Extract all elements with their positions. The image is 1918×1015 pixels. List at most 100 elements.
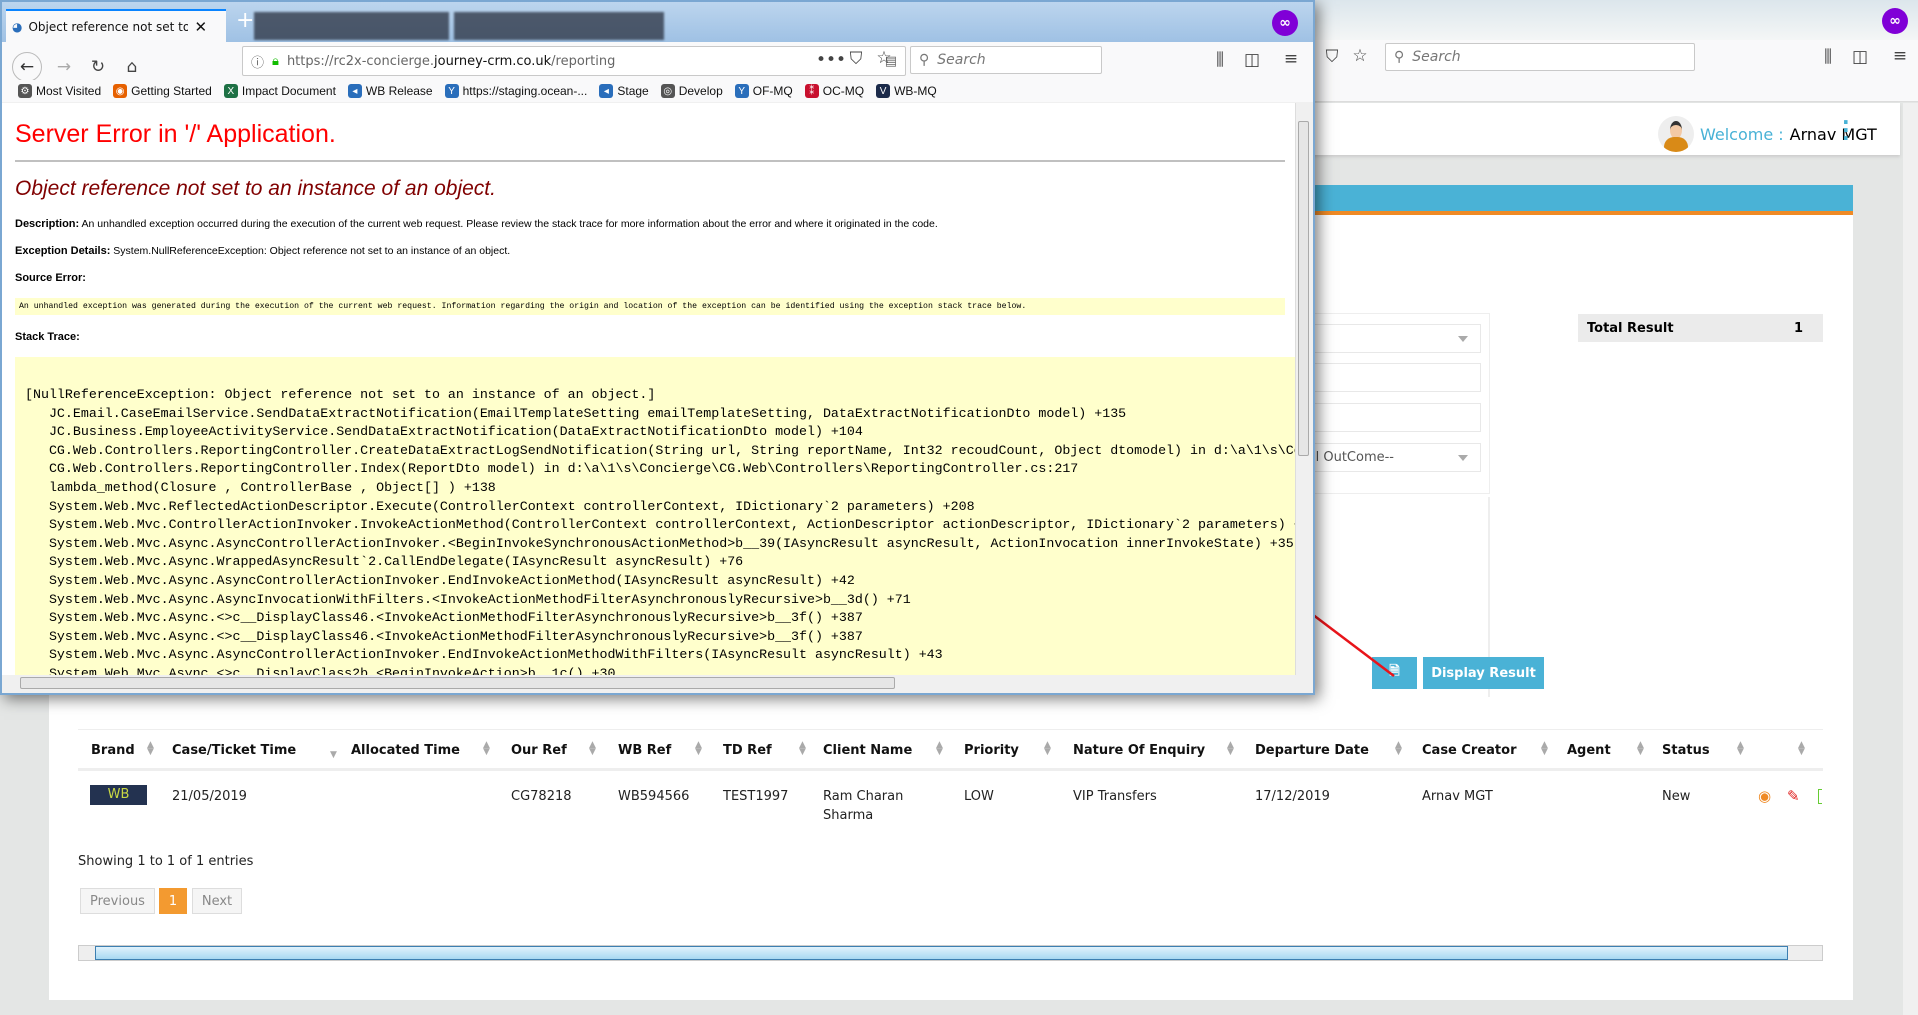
col-status[interactable]: Status xyxy=(1662,743,1710,758)
sort-icon[interactable]: ▲ ▼ xyxy=(1541,741,1548,757)
col-departure[interactable]: Departure Date xyxy=(1255,743,1369,758)
sort-icon[interactable]: ▲ ▼ xyxy=(483,741,490,757)
pocket-icon[interactable]: ⛉ xyxy=(1320,47,1344,67)
library-icon[interactable]: ⫼ xyxy=(1816,47,1840,67)
bookmark-item[interactable]: ⁑ OC-MQ xyxy=(804,84,865,98)
forward-icon[interactable]: → xyxy=(52,57,76,77)
col-nature[interactable]: Nature Of Enquiry xyxy=(1073,743,1205,758)
bookmark-star-icon[interactable]: ☆ xyxy=(1348,46,1372,66)
vertical-scrollbar[interactable] xyxy=(1295,103,1311,675)
private-browsing-icon: ∞ xyxy=(1272,10,1298,36)
page-1-button[interactable]: 1 xyxy=(159,888,187,914)
sort-icon[interactable]: ▲ ▼ xyxy=(936,741,943,757)
bookmark-star-icon[interactable]: ☆ xyxy=(872,48,896,68)
col-td-ref[interactable]: TD Ref xyxy=(723,743,772,758)
url-bar[interactable]: ⓘ 🔒︎ https://rc2x-concierge.journey-crm.… xyxy=(242,46,906,76)
total-result-value: 1 xyxy=(1793,320,1803,336)
info-icon[interactable]: ⓘ xyxy=(251,52,264,71)
library-icon[interactable]: ⫼ xyxy=(1208,50,1232,70)
scrollbar-thumb[interactable] xyxy=(95,946,1788,960)
col-case-time[interactable]: Case/Ticket Time xyxy=(172,743,296,758)
display-result-button[interactable]: Display Result xyxy=(1423,657,1544,689)
chevron-down-icon xyxy=(1458,455,1468,461)
menu-icon[interactable]: ≡ xyxy=(1888,46,1912,66)
col-client-name[interactable]: Client Name xyxy=(823,743,912,758)
source-error-label: Source Error: xyxy=(15,272,86,284)
sort-icon[interactable]: ▲ ▼ xyxy=(1395,741,1402,757)
col-case-creator[interactable]: Case Creator xyxy=(1422,743,1517,758)
stack-trace-line: System.Web.Mvc.Async.<>c__DisplayClass46… xyxy=(25,610,863,626)
sidebar-icon[interactable]: ◫ xyxy=(1848,47,1872,67)
home-icon[interactable]: ⌂ xyxy=(120,57,144,77)
reload-icon[interactable]: ↻ xyxy=(86,57,110,77)
search-placeholder: Search xyxy=(937,52,986,68)
cell-client-name: Ram Charan Sharma xyxy=(823,789,904,823)
bookmark-item[interactable]: Y OF-MQ xyxy=(734,84,793,98)
col-wb-ref[interactable]: WB Ref xyxy=(618,743,671,758)
stack-trace-line: System.Web.Mvc.Async.AsyncControllerActi… xyxy=(25,572,855,588)
bookmark-item[interactable]: V WB-MQ xyxy=(876,84,937,98)
sidebar-icon[interactable]: ◫ xyxy=(1240,50,1264,70)
avatar xyxy=(1658,116,1694,152)
new-tab-icon[interactable]: + xyxy=(236,8,254,33)
table-horizontal-scrollbar[interactable] xyxy=(78,945,1823,961)
bookmark-item[interactable]: X Impact Document xyxy=(223,84,336,98)
outcome-select[interactable]: ll OutCome-- xyxy=(1311,443,1481,472)
tab-background-1[interactable] xyxy=(254,12,449,40)
gear-icon: ⚙ xyxy=(18,84,32,98)
col-priority[interactable]: Priority xyxy=(964,743,1019,758)
menu-icon[interactable]: ≡ xyxy=(1279,49,1303,69)
bookmark-item[interactable]: ◎ Develop xyxy=(660,84,723,98)
bookmark-item[interactable]: Yhttps://staging.ocean-... xyxy=(444,84,587,98)
sort-icon[interactable]: ▲ ▼ xyxy=(589,741,596,757)
sort-icon[interactable]: ▲ ▼ xyxy=(147,741,154,757)
scrollbar-thumb[interactable] xyxy=(1298,121,1309,456)
search-placeholder: Search xyxy=(1412,49,1461,65)
tab-active[interactable]: ◕ Object reference not set to an instanc… xyxy=(6,9,226,42)
divider xyxy=(15,160,1285,162)
search-input[interactable]: ⚲ Search xyxy=(910,46,1102,74)
edit-icon[interactable]: ✎ xyxy=(1787,787,1800,806)
error-page: Server Error in '/' Application. Object … xyxy=(2,103,1295,675)
stack-trace-line: System.Web.Mvc.Async.AsyncControllerActi… xyxy=(25,647,943,663)
page-actions-icon[interactable]: ••• xyxy=(816,50,846,70)
pocket-icon[interactable]: ⛉ xyxy=(844,49,868,69)
col-our-ref[interactable]: Our Ref xyxy=(511,743,567,758)
view-eye-icon[interactable]: ◉ xyxy=(1758,787,1771,806)
tab-background-2[interactable] xyxy=(454,12,664,40)
col-allocated-time[interactable]: Allocated Time xyxy=(351,743,460,758)
horizontal-scrollbar[interactable] xyxy=(2,675,1295,691)
sort-icon[interactable]: ▲ ▼ xyxy=(1227,741,1234,757)
bookmark-item[interactable]: ◂ WB Release xyxy=(347,84,433,98)
filter-select-1[interactable] xyxy=(1311,324,1481,353)
scrollbar-thumb[interactable] xyxy=(20,677,895,689)
col-agent[interactable]: Agent xyxy=(1567,743,1611,758)
stack-trace-line: System.Web.Mvc.Async.WrappedAsyncResult`… xyxy=(25,554,744,570)
bookmark-label: OC-MQ xyxy=(822,84,865,98)
bookmark-label: Getting Started xyxy=(131,84,212,98)
total-result: Total Result 1 xyxy=(1578,314,1823,342)
page-vertical-scrollbar[interactable] xyxy=(1903,103,1918,1015)
sort-icon[interactable]: ▲ ▼ xyxy=(1044,741,1051,757)
sort-icon[interactable]: ▲ ▼ xyxy=(695,741,702,757)
previous-button[interactable]: Previous xyxy=(80,888,155,914)
sort-icon[interactable]: ▲ ▼ xyxy=(1798,741,1805,757)
col-brand[interactable]: Brand xyxy=(91,743,135,758)
back-icon[interactable]: ← xyxy=(12,52,42,82)
sort-icon[interactable]: ▲ ▼ xyxy=(1637,741,1644,757)
bookmark-item[interactable]: ◂ Stage xyxy=(599,84,649,98)
sort-icon[interactable]: ▲ ▼ xyxy=(1737,741,1744,757)
filter-input-2[interactable] xyxy=(1311,403,1481,432)
kebab-menu-icon[interactable]: · · · xyxy=(1842,112,1850,148)
bookmark-item[interactable]: ◉ Getting Started xyxy=(113,84,212,98)
stack-trace-box: [NullReferenceException: Object referenc… xyxy=(15,357,1295,675)
sort-desc-icon[interactable]: ▼ xyxy=(330,751,337,760)
close-tab-icon[interactable]: ✕ xyxy=(194,18,207,36)
filter-input-1[interactable] xyxy=(1311,363,1481,392)
sort-icon[interactable]: ▲ ▼ xyxy=(799,741,806,757)
bg-search-input[interactable]: ⚲ Search xyxy=(1385,43,1695,71)
next-button[interactable]: Next xyxy=(192,888,242,914)
bookmark-item[interactable]: ⚙ Most Visited xyxy=(18,84,101,98)
cell-status: New xyxy=(1662,789,1691,804)
more-action-icon[interactable] xyxy=(1818,789,1822,804)
